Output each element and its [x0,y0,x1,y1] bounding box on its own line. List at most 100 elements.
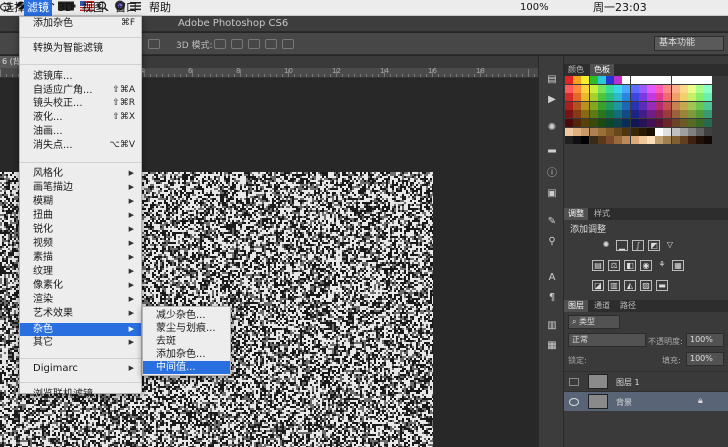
menu-window[interactable]: 窗口 [112,0,140,16]
filter-menu-item[interactable]: 锐化 ▶ [20,223,141,236]
color-swatch[interactable] [630,93,639,102]
filter-menu-item[interactable]: 其它 ▶ [20,336,141,349]
color-swatch[interactable] [565,127,573,136]
gradient-map-icon[interactable]: ▬ [656,280,668,291]
black-white-icon[interactable]: ◧ [624,260,636,271]
color-swatch[interactable] [663,127,672,136]
color-swatch[interactable] [630,84,639,93]
character-icon[interactable]: A [545,272,559,284]
color-swatch[interactable] [696,127,705,136]
color-swatch[interactable] [663,84,672,93]
color-swatch[interactable] [638,136,647,145]
color-lookup-icon[interactable]: ▦ [672,260,684,271]
color-swatch[interactable] [581,101,590,110]
align-icon[interactable] [148,39,160,49]
clock[interactable]: 周一23:03 [593,0,647,16]
tab-channels[interactable]: 通道 [590,300,614,312]
color-swatch[interactable] [573,76,582,84]
tab-adjustments[interactable]: 调整 [564,208,588,220]
color-swatch[interactable] [573,127,582,136]
color-swatch[interactable] [696,93,705,102]
color-swatch[interactable] [606,84,614,93]
color-swatch[interactable] [597,110,606,119]
color-swatch[interactable] [622,84,631,93]
layer-kind-filter[interactable]: ⌕ 类型 [568,315,620,329]
properties-icon[interactable]: ▦ [545,340,559,352]
color-swatch[interactable] [704,101,713,110]
color-swatch[interactable] [647,76,655,84]
brush-presets-icon[interactable]: ✎ [545,216,559,228]
clone-source-icon[interactable]: ⚲ [545,236,559,248]
3d-roll-icon[interactable] [231,39,243,49]
color-swatch[interactable] [647,110,655,119]
color-swatch[interactable] [589,127,598,136]
noise-menu-item[interactable]: 去斑 [143,335,230,348]
color-swatch[interactable] [655,127,664,136]
color-swatch[interactable] [671,110,680,119]
color-swatch[interactable] [614,119,623,127]
layer-row-background[interactable]: 背景 🔒︎ [564,391,728,411]
color-swatch[interactable] [606,119,614,127]
color-swatch[interactable] [696,84,705,93]
levels-icon[interactable]: ▁ [616,240,628,251]
tab-swatches[interactable]: 色板 [590,64,614,76]
color-swatch[interactable] [565,119,573,127]
3d-pan-icon[interactable] [248,39,260,49]
filter-menu-item[interactable]: 视频 ▶ [20,237,141,250]
color-swatch[interactable] [614,127,623,136]
color-swatch[interactable] [638,110,647,119]
color-swatch[interactable] [663,76,672,84]
noise-menu-item[interactable]: 减少杂色... [143,309,230,322]
filter-menu-item[interactable]: 液化... ⇧⌘X [20,111,141,124]
color-swatch[interactable] [573,93,582,102]
color-swatch[interactable] [589,101,598,110]
color-swatch[interactable] [688,119,696,127]
color-swatch[interactable] [565,110,573,119]
color-swatch[interactable] [647,136,655,145]
color-swatch[interactable] [622,110,631,119]
navigator-icon[interactable]: ▣ [545,188,559,200]
color-swatch[interactable] [622,127,631,136]
color-swatch[interactable] [606,127,614,136]
color-swatch[interactable] [663,119,672,127]
color-swatch[interactable] [573,84,582,93]
filter-menu-item[interactable]: 自适应广角... ⇧⌘A [20,84,141,97]
color-swatch[interactable] [638,76,647,84]
color-swatch[interactable] [606,136,614,145]
color-swatch[interactable] [573,101,582,110]
layer-row-layer1[interactable]: 图层 1 [564,371,728,391]
lock-icon[interactable]: 🔒︎ [698,396,703,406]
3d-rotate-icon[interactable] [214,39,226,49]
color-swatch[interactable] [565,101,573,110]
histogram-icon[interactable]: ▂ [545,142,559,154]
color-swatch[interactable] [630,119,639,127]
color-swatch[interactable] [573,119,582,127]
color-swatch[interactable] [671,101,680,110]
color-swatch[interactable] [647,84,655,93]
color-swatch[interactable] [679,119,688,127]
workspace-select[interactable]: 基本功能 [654,36,724,51]
color-swatch[interactable] [655,119,664,127]
color-swatch[interactable] [565,136,573,145]
color-swatch[interactable] [655,101,664,110]
color-swatch[interactable] [696,119,705,127]
tab-color[interactable]: 颜色 [564,64,588,76]
exposure-icon[interactable]: ◩ [648,240,660,251]
color-swatch[interactable] [688,93,696,102]
noise-menu-item[interactable]: 添加杂色... [143,348,230,361]
color-swatch[interactable] [589,136,598,145]
color-swatch[interactable] [597,76,606,84]
color-swatch[interactable] [655,84,664,93]
channel-mixer-icon[interactable]: ⚘ [656,260,668,271]
color-swatch[interactable] [663,110,672,119]
color-swatch[interactable] [614,101,623,110]
color-swatch[interactable] [622,119,631,127]
color-swatch[interactable] [638,119,647,127]
filter-menu-item[interactable]: 画笔描边 ▶ [20,181,141,194]
curves-icon[interactable]: ∫ [632,240,644,251]
filter-menu-item[interactable]: 扭曲 ▶ [20,209,141,222]
color-swatch[interactable] [630,101,639,110]
color-swatch[interactable] [638,84,647,93]
filter-menu-item[interactable]: 镜头校正... ⇧⌘R [20,97,141,110]
filter-menu-item[interactable]: 模糊 ▶ [20,195,141,208]
